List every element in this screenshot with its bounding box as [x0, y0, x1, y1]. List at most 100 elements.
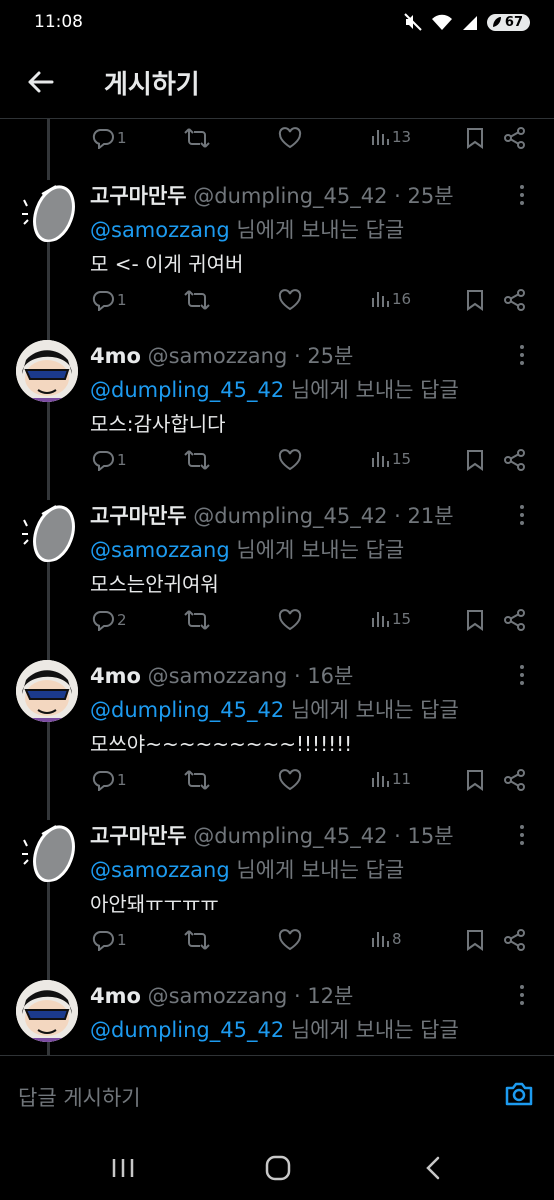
views-button[interactable]: 16	[370, 289, 411, 309]
chevron-left-icon	[426, 1156, 440, 1180]
like-button[interactable]	[278, 289, 302, 311]
mention-link[interactable]: @samozzang	[90, 538, 230, 562]
retweet-icon	[184, 930, 210, 950]
bookmark-button[interactable]	[466, 127, 484, 149]
author-handle[interactable]: @samozzang	[148, 664, 288, 688]
share-button[interactable]	[504, 769, 526, 791]
views-icon	[372, 130, 389, 145]
retweet-button[interactable]	[184, 769, 210, 791]
author-name[interactable]: 고구마만두	[90, 824, 187, 848]
bookmark-button[interactable]	[466, 769, 484, 791]
reply-icon	[92, 931, 114, 951]
top-action-row: 1 13	[0, 127, 554, 157]
recent-apps-button[interactable]	[103, 1151, 143, 1185]
bookmark-button[interactable]	[466, 289, 484, 311]
reply-button[interactable]: 1	[91, 449, 127, 471]
share-button[interactable]	[504, 127, 526, 149]
bookmark-button[interactable]	[466, 609, 484, 631]
retweet-button[interactable]	[184, 609, 210, 631]
mention-link[interactable]: @dumpling_45_42	[90, 378, 284, 402]
mention-link[interactable]: @samozzang	[90, 218, 230, 242]
tweet-text: 모스는안귀여워	[90, 572, 219, 596]
avatar-gogumamandu[interactable]	[16, 180, 78, 242]
home-button[interactable]	[258, 1151, 298, 1185]
views-button[interactable]: 15	[370, 449, 411, 469]
app-header: 게시하기	[0, 52, 554, 112]
reply-button[interactable]: 1	[91, 929, 127, 951]
more-options-button[interactable]	[514, 504, 530, 526]
avatar-gogumamandu[interactable]	[16, 820, 78, 882]
author-name[interactable]: 4mo	[90, 984, 141, 1008]
action-row: 1 8	[0, 929, 554, 959]
author-name[interactable]: 고구마만두	[90, 504, 187, 528]
home-icon	[265, 1155, 291, 1181]
author-handle[interactable]: @dumpling_45_42	[193, 824, 387, 848]
reply-thread: 1 13 고구마만두 @dumpling_45_42 · 25분 @samozz…	[0, 119, 554, 1055]
share-button[interactable]	[504, 929, 526, 951]
avatar-4mo[interactable]	[16, 340, 78, 402]
more-vertical-icon	[520, 505, 524, 525]
mention-link[interactable]: @dumpling_45_42	[90, 698, 284, 722]
views-button[interactable]: 15	[370, 609, 411, 629]
more-options-button[interactable]	[514, 984, 530, 1006]
status-time: 11:08	[34, 12, 83, 32]
like-button[interactable]	[278, 769, 302, 791]
author-handle[interactable]: @samozzang	[148, 984, 288, 1008]
heart-icon	[278, 449, 302, 471]
dumpling-avatar-icon	[16, 820, 78, 882]
replying-to: @samozzang 님에게 보내는 답글	[90, 538, 405, 562]
reply-input[interactable]: 답글 게시하기	[18, 1082, 141, 1112]
mention-link[interactable]: @dumpling_45_42	[90, 1018, 284, 1042]
author-name[interactable]: 고구마만두	[90, 184, 187, 208]
reply-button[interactable]: 2	[91, 609, 127, 631]
back-nav-button[interactable]	[413, 1151, 453, 1185]
share-button[interactable]	[504, 449, 526, 471]
reply-composer[interactable]: 답글 게시하기	[0, 1055, 554, 1138]
retweet-button[interactable]	[184, 449, 210, 471]
author-handle[interactable]: @dumpling_45_42	[193, 504, 387, 528]
heart-icon	[278, 769, 302, 791]
more-options-button[interactable]	[514, 824, 530, 846]
reply-button[interactable]: 1	[91, 127, 127, 149]
more-vertical-icon	[520, 185, 524, 205]
retweet-button[interactable]	[184, 289, 210, 311]
bookmark-button[interactable]	[466, 929, 484, 951]
retweet-button[interactable]	[184, 929, 210, 951]
avatar-gogumamandu[interactable]	[16, 500, 78, 562]
heart-icon	[278, 127, 302, 149]
like-button[interactable]	[278, 127, 302, 149]
camera-button[interactable]	[503, 1078, 535, 1110]
share-button[interactable]	[504, 289, 526, 311]
more-options-button[interactable]	[514, 184, 530, 206]
heart-icon	[278, 289, 302, 311]
like-button[interactable]	[278, 449, 302, 471]
like-button[interactable]	[278, 929, 302, 951]
mention-link[interactable]: @samozzang	[90, 858, 230, 882]
author-name[interactable]: 4mo	[90, 344, 141, 368]
avatar-4mo[interactable]	[16, 980, 78, 1042]
views-button[interactable]: 8	[370, 929, 402, 949]
camera-icon	[505, 1082, 533, 1106]
reply-button[interactable]: 1	[91, 289, 127, 311]
retweet-button[interactable]	[184, 127, 210, 149]
avatar-4mo[interactable]	[16, 660, 78, 722]
heart-icon	[278, 609, 302, 631]
page-title: 게시하기	[104, 69, 200, 100]
bookmark-button[interactable]	[466, 449, 484, 471]
author-handle[interactable]: @dumpling_45_42	[193, 184, 387, 208]
share-button[interactable]	[504, 609, 526, 631]
views-button[interactable]: 13	[370, 127, 411, 147]
views-icon	[372, 452, 389, 467]
back-button[interactable]	[0, 52, 80, 112]
more-options-button[interactable]	[514, 344, 530, 366]
author-name[interactable]: 4mo	[90, 664, 141, 688]
like-button[interactable]	[278, 609, 302, 631]
views-button[interactable]: 11	[370, 769, 411, 789]
bookmark-icon	[467, 290, 483, 311]
reply-button[interactable]: 1	[91, 769, 127, 791]
share-icon	[504, 289, 525, 311]
share-icon	[504, 127, 525, 149]
author-handle[interactable]: @samozzang	[148, 344, 288, 368]
more-options-button[interactable]	[514, 664, 530, 686]
reply-icon	[92, 771, 114, 791]
